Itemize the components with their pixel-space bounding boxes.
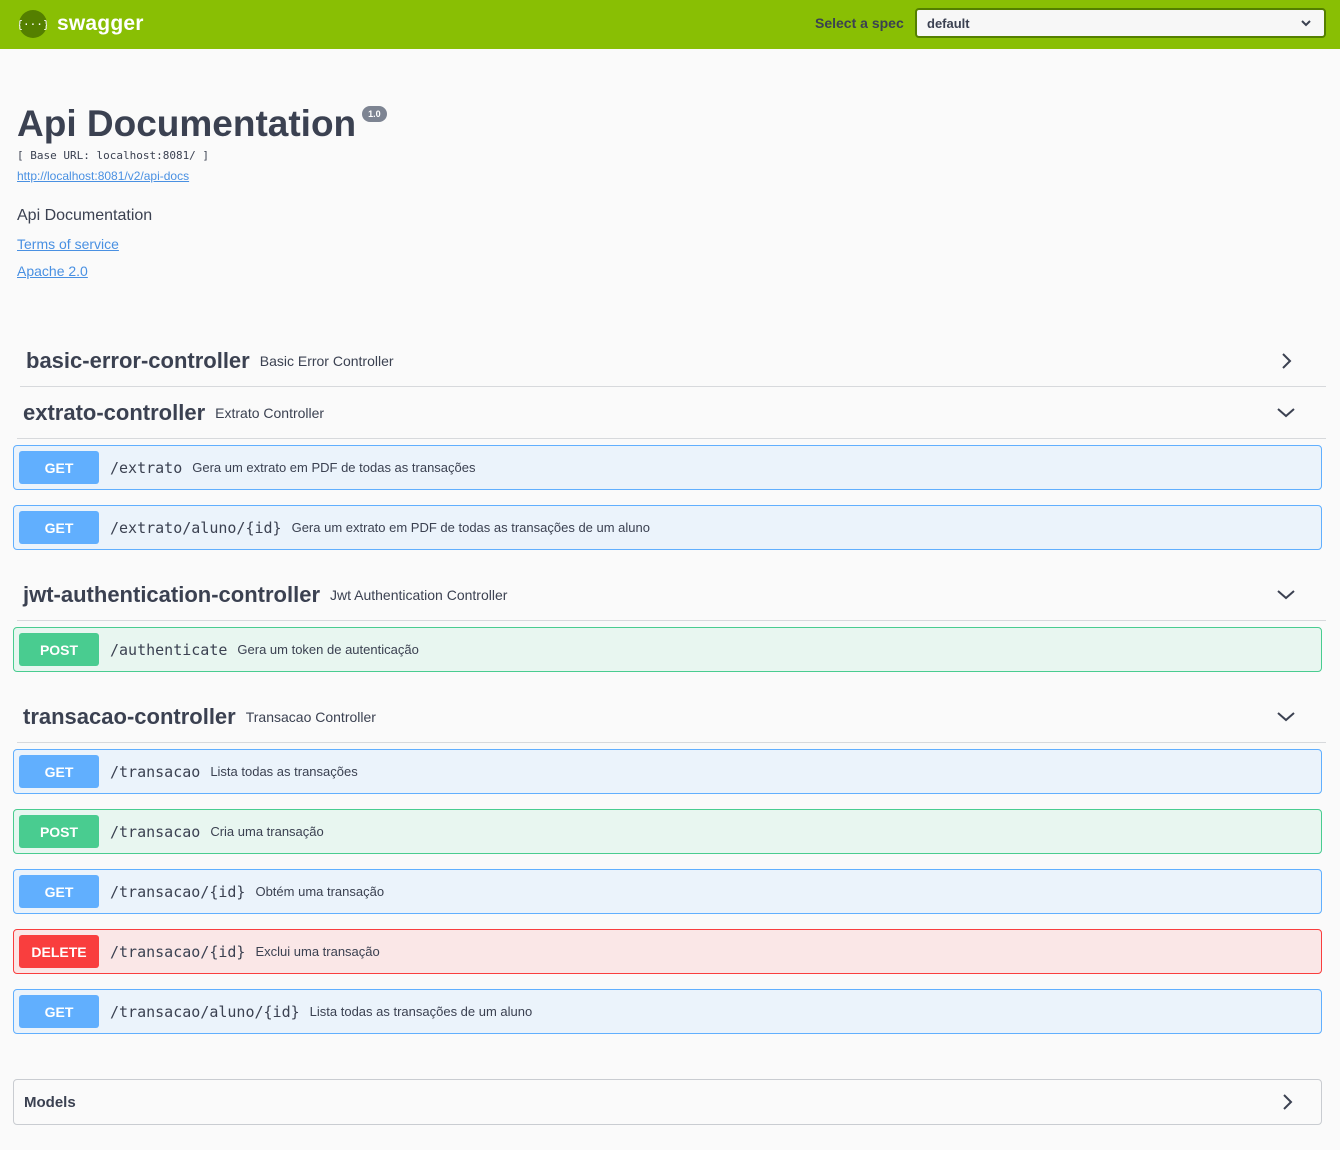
title-row: Api Documentation 1.0: [17, 103, 387, 145]
tag-name: transacao-controller: [23, 703, 236, 729]
operation-summary: Exclui uma transação: [255, 944, 380, 959]
models-label: Models: [24, 1094, 76, 1111]
operation-get-extrato[interactable]: GET /extrato Gera um extrato em PDF de t…: [13, 445, 1322, 490]
operation-get-transacao[interactable]: GET /transacao Lista todas as transações: [13, 749, 1322, 794]
topbar: {···} swagger Select a spec default: [0, 0, 1340, 49]
operation-get-extrato-aluno[interactable]: GET /extrato/aluno/{id} Gera um extrato …: [13, 505, 1322, 550]
method-badge: GET: [19, 875, 99, 908]
page-title: Api Documentation: [17, 103, 357, 144]
tag-basic-error-controller[interactable]: basic-error-controller Basic Error Contr…: [20, 335, 1326, 387]
api-description: Api Documentation: [17, 207, 153, 224]
operation-delete-transacao-id[interactable]: DELETE /transacao/{id} Exclui uma transa…: [13, 929, 1322, 974]
chevron-down-icon: [1276, 585, 1296, 610]
operation-post-transacao[interactable]: POST /transacao Cria uma transação: [13, 809, 1322, 854]
operation-path: /authenticate: [110, 640, 228, 659]
tag-description: Jwt Authentication Controller: [330, 586, 508, 603]
operation-summary: Lista todas as transações: [210, 764, 358, 779]
chevron-down-icon: [1276, 707, 1296, 732]
tag-name: extrato-controller: [23, 399, 206, 425]
operation-path: /transacao: [110, 822, 201, 841]
operation-path: /transacao/{id}: [110, 942, 246, 961]
operation-summary: Cria uma transação: [210, 824, 324, 839]
api-docs-link[interactable]: http://localhost:8081/v2/api-docs: [17, 169, 189, 183]
operation-path: /extrato: [110, 458, 183, 477]
terms-of-service-link[interactable]: Terms of service: [17, 236, 119, 252]
tag-name: jwt-authentication-controller: [23, 581, 320, 607]
operation-path: /extrato/aluno/{id}: [110, 518, 282, 537]
method-badge: GET: [19, 755, 99, 788]
svg-text:{···}: {···}: [19, 18, 47, 31]
method-badge: POST: [19, 633, 99, 666]
operation-path: /transacao: [110, 762, 201, 781]
chevron-down-icon: [1300, 16, 1312, 34]
operation-summary: Gera um extrato em PDF de todas as trans…: [192, 460, 476, 475]
method-badge: DELETE: [19, 935, 99, 968]
method-badge: POST: [19, 815, 99, 848]
chevron-right-icon: [1277, 1092, 1297, 1117]
version-badge: 1.0: [362, 106, 387, 122]
operation-summary: Lista todas as transações de um aluno: [309, 1004, 533, 1019]
operation-path: /transacao/{id}: [110, 882, 246, 901]
operation-summary: Obtém uma transação: [255, 884, 385, 899]
tag-name: basic-error-controller: [26, 347, 250, 373]
swagger-logo[interactable]: {···} swagger: [19, 10, 144, 38]
chevron-down-icon: [1276, 403, 1296, 428]
operation-summary: Gera um extrato em PDF de todas as trans…: [291, 520, 650, 535]
method-badge: GET: [19, 995, 99, 1028]
operation-summary: Gera um token de autenticação: [237, 642, 419, 657]
models-section[interactable]: Models: [13, 1079, 1322, 1125]
chevron-right-icon: [1276, 351, 1296, 376]
base-url: [ Base URL: localhost:8081/ ]: [17, 149, 210, 162]
tag-description: Extrato Controller: [215, 404, 325, 421]
tag-description: Basic Error Controller: [259, 352, 394, 369]
tag-transacao-controller[interactable]: transacao-controller Transacao Controlle…: [17, 691, 1326, 743]
license-link[interactable]: Apache 2.0: [17, 263, 88, 279]
spec-select-value: default: [927, 16, 970, 31]
tag-extrato-controller[interactable]: extrato-controller Extrato Controller: [17, 387, 1326, 439]
spec-select[interactable]: default: [915, 8, 1326, 38]
tag-jwt-authentication-controller[interactable]: jwt-authentication-controller Jwt Authen…: [17, 569, 1326, 621]
method-badge: GET: [19, 511, 99, 544]
operation-path: /transacao/aluno/{id}: [110, 1002, 300, 1021]
tag-description: Transacao Controller: [245, 708, 376, 725]
spec-label: Select a spec: [815, 15, 904, 31]
operation-get-transacao-id[interactable]: GET /transacao/{id} Obtém uma transação: [13, 869, 1322, 914]
logo-text: swagger: [57, 12, 144, 35]
method-badge: GET: [19, 451, 99, 484]
swagger-logo-icon: {···}: [19, 10, 47, 38]
operation-get-transacao-aluno-id[interactable]: GET /transacao/aluno/{id} Lista todas as…: [13, 989, 1322, 1034]
operation-post-authenticate[interactable]: POST /authenticate Gera um token de aute…: [13, 627, 1322, 672]
